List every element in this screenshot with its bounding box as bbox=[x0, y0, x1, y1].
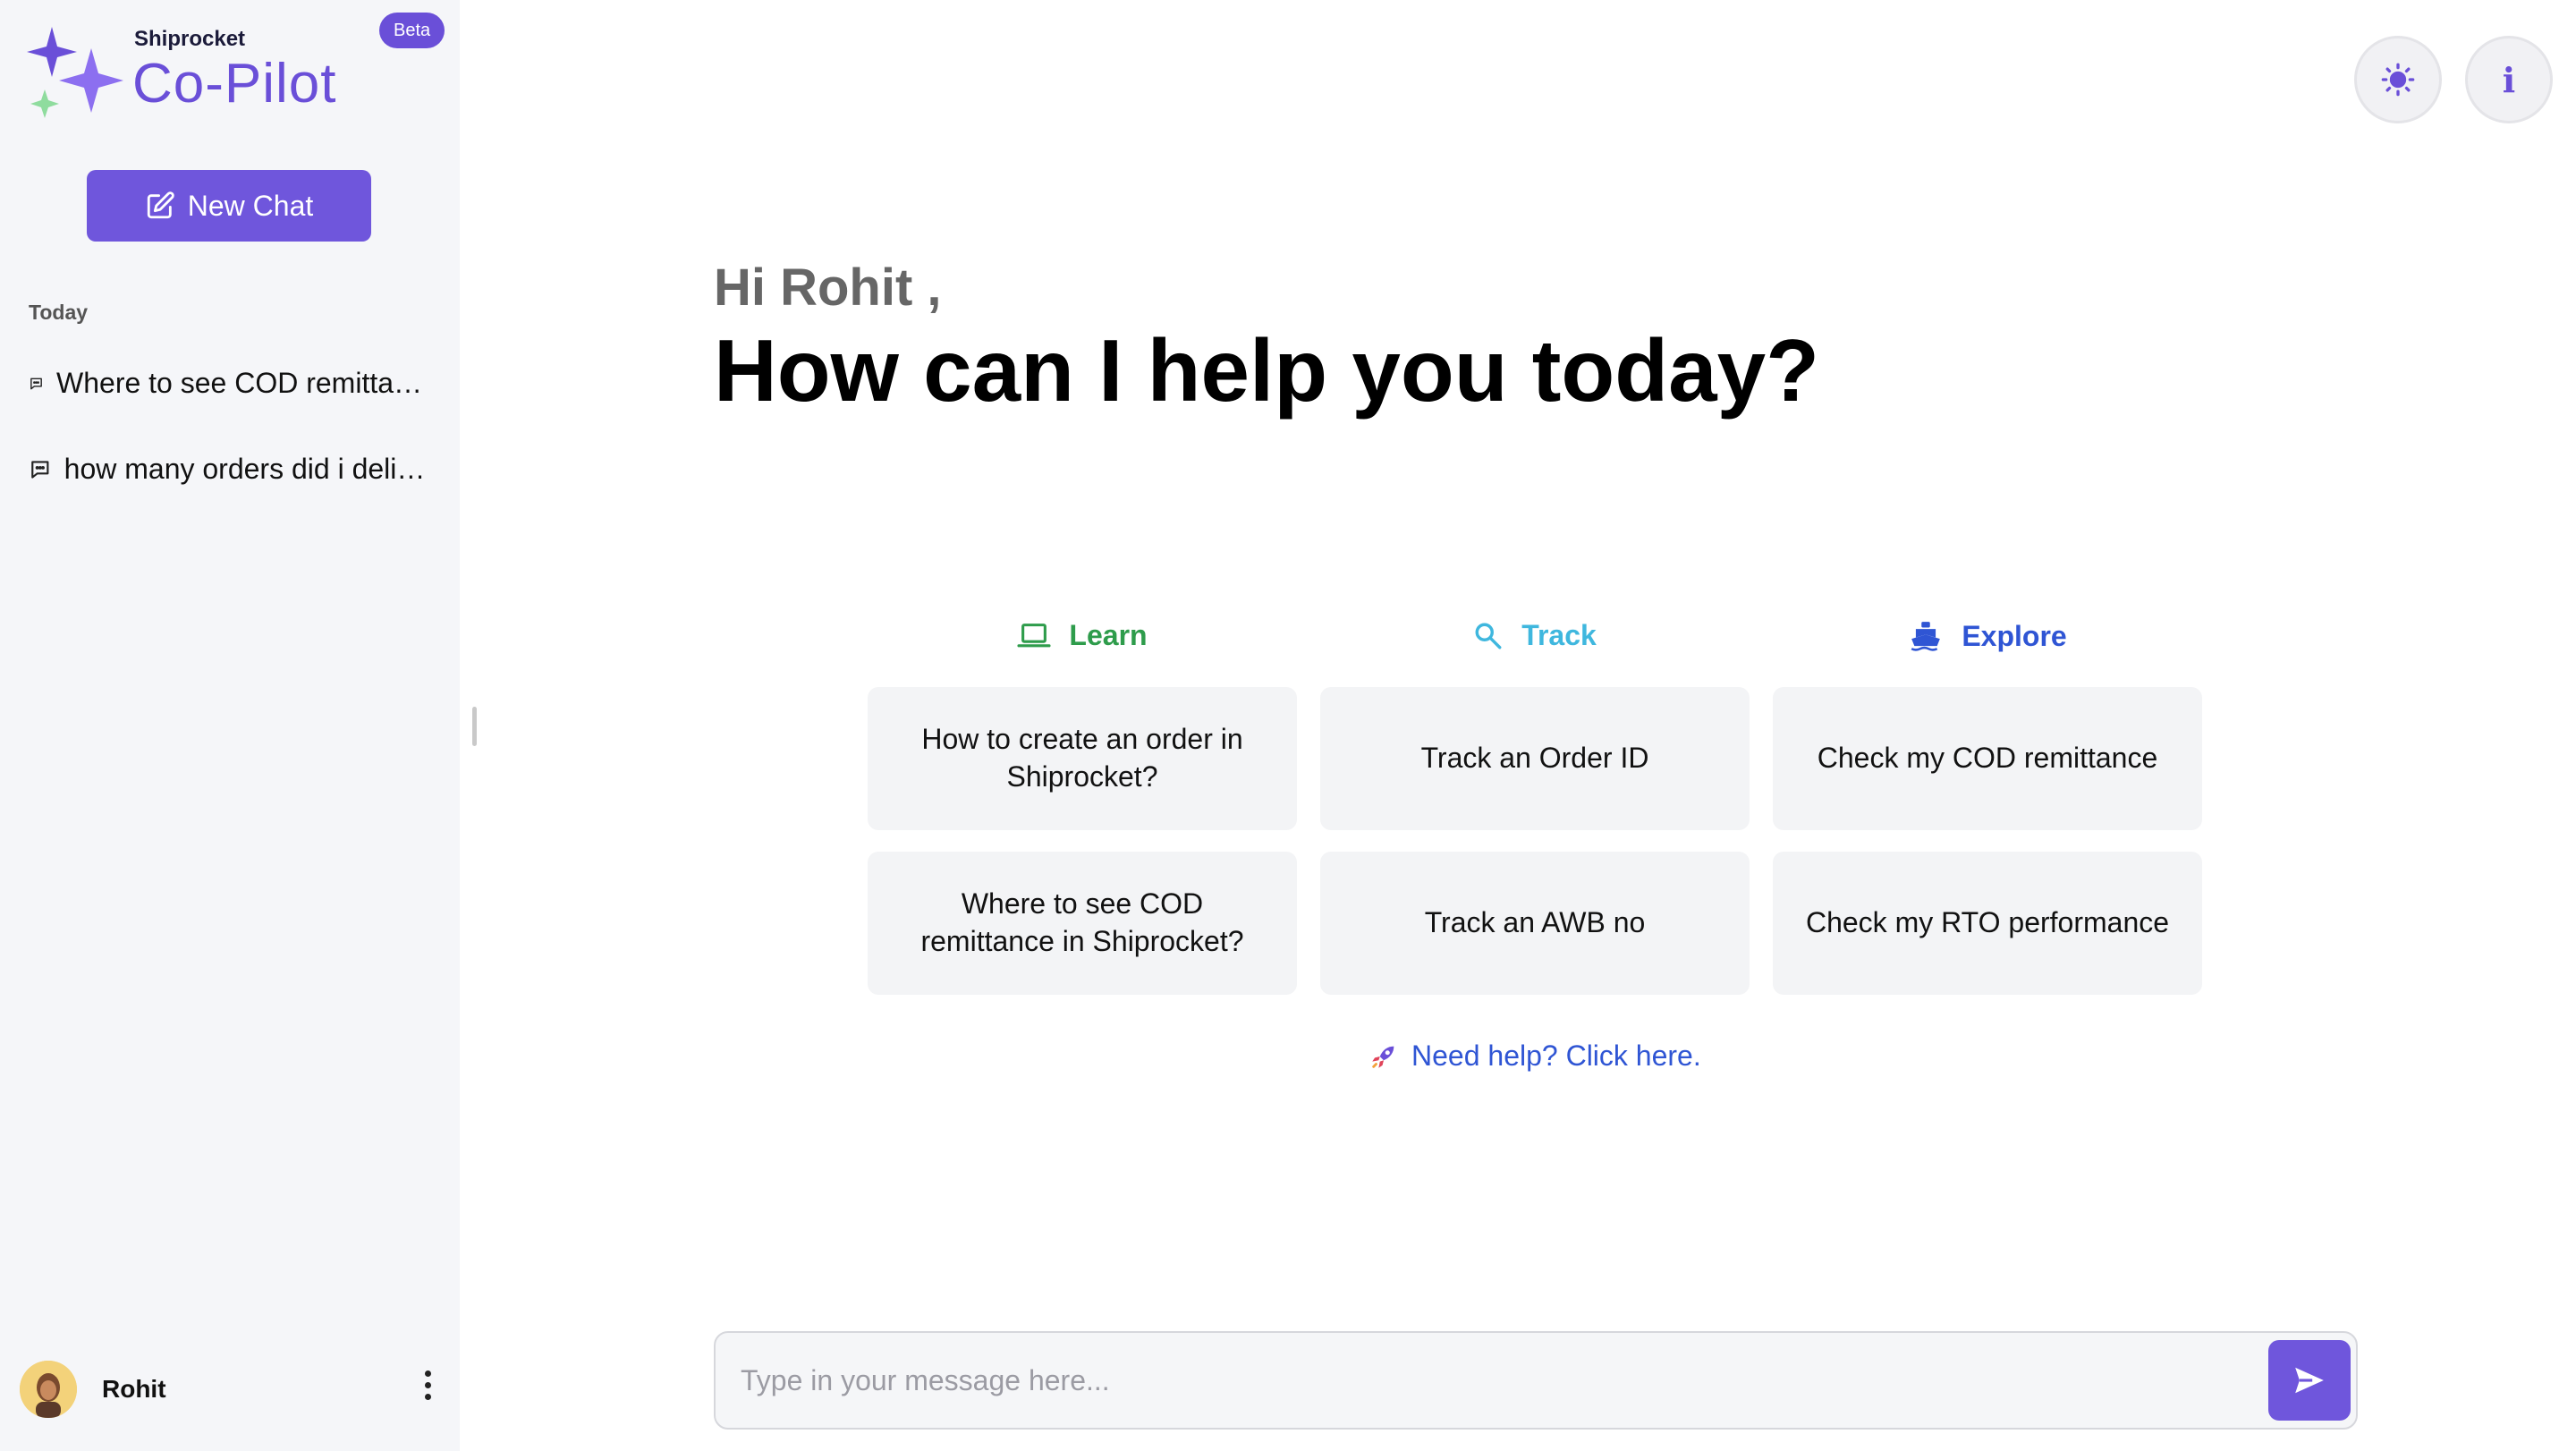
more-options-icon[interactable] bbox=[425, 1370, 431, 1400]
theme-toggle-button[interactable] bbox=[2354, 36, 2442, 123]
user-avatar-icon bbox=[20, 1361, 77, 1418]
send-button[interactable] bbox=[2268, 1340, 2351, 1421]
message-input[interactable] bbox=[741, 1333, 2225, 1428]
app-root: Shiprocket Co-Pilot Beta New Chat Today … bbox=[0, 0, 2576, 1451]
info-button[interactable]: i bbox=[2465, 36, 2553, 123]
category-learn: Learn bbox=[868, 619, 1297, 652]
send-icon bbox=[2295, 1367, 2324, 1394]
brand-small: Shiprocket bbox=[134, 27, 246, 51]
category-explore-label: Explore bbox=[1962, 619, 2067, 652]
suggestion-card[interactable]: Track an Order ID bbox=[1320, 687, 1750, 830]
new-chat-button[interactable]: New Chat bbox=[87, 170, 371, 242]
history-item-label: how many orders did i deliver bbox=[64, 453, 431, 485]
suggestion-card[interactable]: How to create an order in Shiprocket? bbox=[868, 687, 1297, 830]
history-item[interactable]: how many orders did i deliver bbox=[29, 453, 431, 486]
sidebar: Shiprocket Co-Pilot Beta New Chat Today … bbox=[0, 0, 460, 1451]
info-icon: i bbox=[2502, 59, 2516, 100]
ship-icon bbox=[1911, 622, 1941, 651]
suggestion-card[interactable]: Where to see COD remittance in Shiprocke… bbox=[868, 852, 1297, 995]
brand-name: Co-Pilot bbox=[132, 53, 337, 115]
greeting: Hi Rohit , bbox=[714, 259, 942, 317]
page-title: How can I help you today? bbox=[714, 321, 1820, 420]
suggestion-card[interactable]: Track an AWB no bbox=[1320, 852, 1750, 995]
help-link[interactable]: Need help? Click here. bbox=[1368, 1039, 1701, 1073]
category-track-label: Track bbox=[1521, 619, 1597, 651]
laptop-icon bbox=[1017, 623, 1051, 647]
chat-bubble-icon bbox=[31, 460, 49, 479]
category-track: Track bbox=[1320, 619, 1750, 652]
suggestion-card[interactable]: Check my COD remittance bbox=[1773, 687, 2202, 830]
edit-icon bbox=[147, 191, 174, 219]
magnifier-icon bbox=[1475, 623, 1502, 649]
category-explore: Explore bbox=[1773, 619, 2202, 653]
history-section-label: Today bbox=[29, 301, 89, 324]
category-learn-label: Learn bbox=[1069, 619, 1148, 651]
beta-badge: Beta bbox=[379, 13, 445, 48]
sparkle-logo-icon bbox=[27, 27, 123, 118]
history-item-label: Where to see COD remittance in Shiprocke… bbox=[56, 367, 431, 399]
new-chat-label: New Chat bbox=[187, 189, 314, 222]
rocket-icon bbox=[1372, 1046, 1394, 1068]
sun-icon bbox=[2381, 63, 2415, 97]
help-link-label[interactable]: Need help? Click here. bbox=[1411, 1039, 1701, 1073]
user-name: Rohit bbox=[102, 1375, 166, 1403]
avatar bbox=[20, 1361, 77, 1418]
chat-bubble-icon bbox=[30, 378, 42, 389]
history-item[interactable]: Where to see COD remittance in Shiprocke… bbox=[29, 367, 431, 400]
suggestion-card[interactable]: Check my RTO performance bbox=[1773, 852, 2202, 995]
sidebar-resize-handle[interactable] bbox=[472, 707, 477, 746]
message-composer bbox=[714, 1331, 2358, 1430]
user-profile[interactable]: Rohit bbox=[20, 1360, 440, 1419]
